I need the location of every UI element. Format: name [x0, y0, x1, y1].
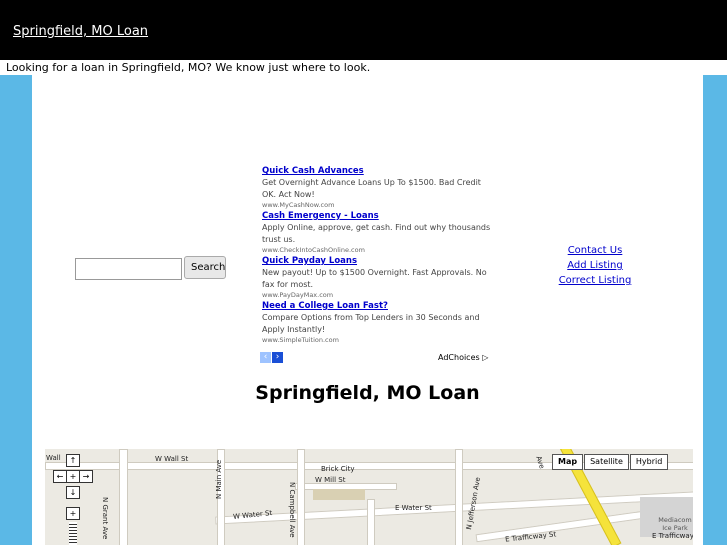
ad-item: Quick Cash Advances Get Overnight Advanc… — [262, 165, 494, 210]
search-input[interactable] — [75, 258, 182, 280]
map-street-label: W Wall St — [155, 455, 189, 463]
ad-title-link[interactable]: Need a College Loan Fast? — [262, 300, 494, 312]
ad-title-link[interactable]: Quick Cash Advances — [262, 165, 494, 177]
tagline: Looking for a loan in Springfield, MO? W… — [6, 61, 371, 74]
map-street-label: N Grant Ave — [101, 497, 109, 540]
ad-url[interactable]: www.SimpleTuition.com — [262, 336, 494, 345]
map-road — [119, 449, 128, 545]
contact-us-link[interactable]: Contact Us — [552, 243, 638, 258]
ad-url[interactable]: www.CheckIntoCashOnline.com — [262, 246, 494, 255]
map-type-map-button[interactable]: Map — [552, 454, 584, 470]
add-listing-link[interactable]: Add Listing — [552, 258, 638, 273]
map-street-label: E Trafficway — [652, 532, 693, 540]
ad-text: Apply Online, approve, get cash. Find ou… — [262, 223, 491, 244]
ad-text: New payout! Up to $1500 Overnight. Fast … — [262, 268, 487, 289]
ad-url[interactable]: www.PayDayMax.com — [262, 291, 494, 300]
zoom-slider[interactable] — [69, 522, 77, 545]
map-poi-label: Mediacom Ice Park — [658, 516, 692, 532]
correct-listing-link[interactable]: Correct Listing — [552, 273, 638, 288]
map[interactable]: Wall W Wall St W Mill St Brick City W Wa… — [45, 449, 693, 545]
map-street-label: N Main Ave — [215, 459, 223, 499]
ad-block: Quick Cash Advances Get Overnight Advanc… — [262, 165, 494, 345]
map-street-label: E Water St — [395, 504, 432, 512]
pan-up-icon[interactable]: ↑ — [66, 454, 80, 467]
page-title: Springfield, MO Loan — [255, 382, 480, 404]
pan-center-icon[interactable]: + — [66, 470, 80, 483]
site-title-link[interactable]: Springfield, MO Loan — [13, 24, 148, 39]
map-type-hybrid-button[interactable]: Hybrid — [629, 454, 669, 470]
map-type-switcher: Map Satellite Hybrid — [552, 454, 669, 470]
adchoices-link[interactable]: AdChoices ▷ — [438, 353, 488, 362]
listing-links: Contact Us Add Listing Correct Listing — [552, 243, 638, 288]
map-road — [367, 499, 375, 545]
map-road — [297, 449, 305, 545]
ad-item: Need a College Loan Fast? Compare Option… — [262, 300, 494, 345]
zoom-in-icon[interactable]: + — [66, 507, 80, 520]
ad-title-link[interactable]: Cash Emergency - Loans — [262, 210, 494, 222]
pan-down-icon[interactable]: ↓ — [66, 486, 80, 499]
ad-url[interactable]: www.MyCashNow.com — [262, 201, 494, 210]
ad-item: Cash Emergency - Loans Apply Online, app… — [262, 210, 494, 255]
ad-text: Get Overnight Advance Loans Up To $1500.… — [262, 178, 481, 199]
map-street-label: Wall — [46, 454, 61, 462]
map-building — [313, 489, 365, 500]
chevron-right-icon[interactable]: › — [272, 352, 283, 363]
ad-item: Quick Payday Loans New payout! Up to $15… — [262, 255, 494, 300]
ad-nav: ‹ › — [260, 352, 283, 371]
map-street-label: W Mill St — [315, 476, 346, 484]
map-road — [455, 449, 463, 545]
site-header: Springfield, MO Loan — [0, 0, 727, 60]
pan-right-icon[interactable]: → — [79, 470, 93, 483]
chevron-left-icon[interactable]: ‹ — [260, 352, 271, 363]
main-content: Search Quick Cash Advances Get Overnight… — [32, 75, 703, 545]
map-street-label: N Campbell Ave — [288, 482, 296, 538]
search-button[interactable]: Search — [184, 256, 226, 279]
map-poi-label: Brick City — [321, 465, 355, 473]
ad-text: Compare Options from Top Lenders in 30 S… — [262, 313, 480, 334]
ad-title-link[interactable]: Quick Payday Loans — [262, 255, 494, 267]
map-type-satellite-button[interactable]: Satellite — [584, 454, 629, 470]
pan-left-icon[interactable]: ← — [53, 470, 67, 483]
